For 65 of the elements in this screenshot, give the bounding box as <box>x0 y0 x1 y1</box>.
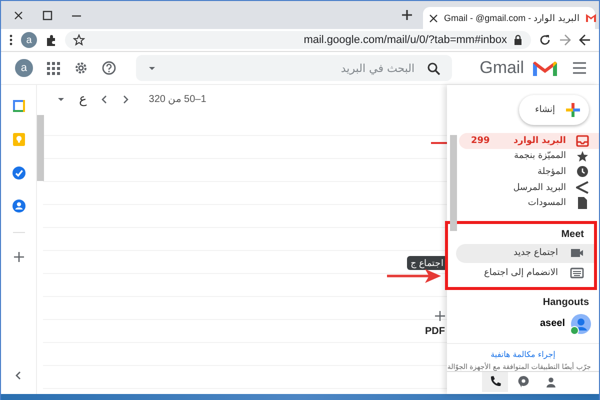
checkmark-icon[interactable] <box>12 166 26 180</box>
gmail-logo-icon[interactable] <box>532 58 558 78</box>
scrollbar[interactable] <box>450 135 457 231</box>
maximize-icon[interactable] <box>42 10 53 20</box>
back-arrow-icon[interactable] <box>559 34 571 46</box>
profile-avatar[interactable]: a <box>21 32 37 48</box>
calendar-icon[interactable] <box>12 99 26 113</box>
apps-grid-icon[interactable] <box>46 62 60 74</box>
search-options-icon[interactable] <box>148 65 156 71</box>
call-link[interactable]: إجراء مكالمة هاتفية <box>447 342 599 359</box>
search-input[interactable]: البحث في البريد <box>166 60 417 76</box>
dropdown-caret-icon[interactable] <box>57 96 65 102</box>
puzzle-icon[interactable] <box>45 34 57 46</box>
folder-item[interactable]: المسودات <box>459 195 599 211</box>
contact-item[interactable]: aseel <box>447 310 599 337</box>
gmail-logo-text: Gmail <box>480 58 524 78</box>
search-icon[interactable] <box>426 62 440 74</box>
previous-page-icon[interactable] <box>100 94 108 104</box>
close-icon[interactable] <box>13 10 24 20</box>
search-field[interactable]: البحث في البريد <box>136 55 452 81</box>
menu-icon[interactable] <box>572 61 587 75</box>
input-tools-button[interactable]: ع <box>79 92 87 106</box>
account-avatar[interactable]: a <box>15 59 33 77</box>
folder-item[interactable]: المميّزة بنجمة <box>459 148 599 164</box>
reload-icon[interactable] <box>539 34 551 46</box>
document-icon <box>576 196 589 210</box>
star-icon <box>576 150 589 162</box>
close-icon[interactable] <box>428 12 439 24</box>
folder-item[interactable]: البريد المرسل <box>459 180 599 196</box>
menu-icon[interactable] <box>9 34 13 46</box>
forward-arrow-icon[interactable] <box>579 34 591 46</box>
meet-item[interactable]: الانضمام إلى اجتماع <box>456 264 594 283</box>
keyboard-icon <box>570 267 584 280</box>
annotation-line <box>431 142 447 144</box>
new-tab-icon[interactable] <box>401 9 413 21</box>
lock-icon <box>513 34 523 46</box>
add-contact-icon[interactable] <box>435 311 445 321</box>
collapse-icon[interactable] <box>15 371 22 380</box>
compose-button[interactable]: إنشاء <box>518 95 589 125</box>
person-icon[interactable] <box>545 376 557 388</box>
attachment-label: PDF <box>425 326 446 336</box>
folder-item[interactable]: المؤجلة <box>459 164 599 180</box>
video-camera-icon <box>570 247 584 260</box>
help-icon[interactable] <box>102 61 116 75</box>
pagination-count: 1–50 من 320 <box>148 93 206 105</box>
hangouts-tab[interactable] <box>482 372 508 392</box>
person-icon[interactable] <box>12 199 26 213</box>
add-icon[interactable] <box>14 252 24 262</box>
plus-icon <box>565 102 581 118</box>
scrollbar[interactable] <box>37 115 44 181</box>
bookmark-star-icon[interactable] <box>73 34 85 46</box>
send-icon <box>576 181 589 194</box>
tooltip: اجتماع ج <box>407 256 447 270</box>
section-heading: Meet <box>560 228 585 242</box>
gmail-logo-icon <box>585 12 598 24</box>
chat-bubble-icon[interactable] <box>516 375 530 388</box>
next-page-icon[interactable] <box>122 94 129 104</box>
phone-icon[interactable] <box>488 375 502 388</box>
browser-tab[interactable]: البريد الوارد - Gmail - @gmail.com <box>423 7 595 29</box>
clock-icon <box>576 165 589 178</box>
meet-item[interactable]: اجتماع جديد <box>456 244 594 263</box>
settings-icon[interactable] <box>74 61 88 75</box>
section-heading: Hangouts <box>542 296 590 310</box>
address-bar[interactable]: mail.google.com/mail/u/0/?tab=mm#inbox <box>65 31 531 49</box>
inbox-icon <box>576 134 589 147</box>
